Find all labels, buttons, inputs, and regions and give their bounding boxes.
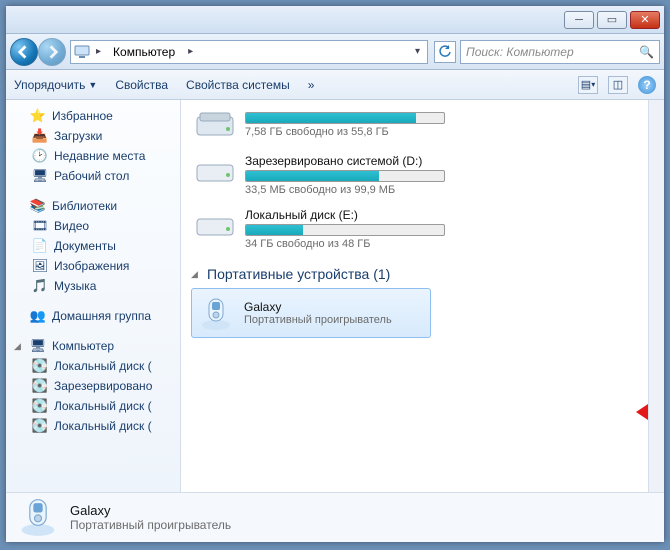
sidebar-favorites-header[interactable]: ⭐ Избранное: [6, 106, 180, 126]
search-input[interactable]: Поиск: Компьютер 🔍: [460, 40, 660, 64]
sidebar-item-drive[interactable]: 💽Локальный диск (: [6, 416, 180, 436]
device-name: Galaxy: [244, 300, 392, 314]
refresh-button[interactable]: [434, 41, 456, 63]
portable-devices-header[interactable]: ◢ Портативные устройства (1): [191, 256, 638, 288]
drive-icon: 💽: [32, 358, 48, 374]
status-bar: Galaxy Портативный проигрыватель: [6, 492, 664, 542]
forward-button[interactable]: [38, 38, 66, 66]
music-icon: 🎵: [32, 278, 48, 294]
system-properties-button[interactable]: Свойства системы: [186, 78, 290, 92]
drive-icon: 💽: [32, 378, 48, 394]
sidebar-item-pictures[interactable]: 🖼Изображения: [6, 256, 180, 276]
drive-name: Локальный диск (E:): [245, 208, 634, 222]
sidebar-libraries-header[interactable]: 📚 Библиотеки: [6, 196, 180, 216]
device-subtitle: Портативный проигрыватель: [244, 314, 392, 326]
sidebar-item-music[interactable]: 🎵Музыка: [6, 276, 180, 296]
arrow-left-icon: [636, 398, 648, 426]
explorer-window: ─ ▭ ✕ ▸ Компьютер ▸ ▾ Поиск: Компьютер: [5, 5, 665, 543]
view-icon: ▤: [581, 78, 591, 91]
minimize-button[interactable]: ─: [564, 11, 594, 29]
drive-stat: 7,58 ГБ свободно из 55,8 ГБ: [245, 126, 634, 138]
maximize-button[interactable]: ▭: [597, 11, 627, 29]
title-bar: ─ ▭ ✕: [6, 6, 664, 34]
star-icon: ⭐: [30, 108, 46, 124]
desktop-icon: 🖥: [32, 168, 48, 184]
libraries-icon: 📚: [30, 198, 46, 214]
vertical-scrollbar[interactable]: [648, 100, 664, 492]
back-button[interactable]: [10, 38, 38, 66]
sidebar-item-downloads[interactable]: 📥Загрузки: [6, 126, 180, 146]
collapse-icon: ◢: [14, 341, 24, 352]
drive-icon: 💽: [32, 418, 48, 434]
usage-bar: [245, 224, 445, 236]
downloads-icon: 📥: [32, 128, 48, 144]
toolbar: Упорядочить ▼ Свойства Свойства системы …: [6, 70, 664, 100]
forward-arrow-icon: [45, 45, 59, 59]
search-icon: 🔍: [639, 45, 654, 59]
status-name: Galaxy: [70, 503, 231, 518]
portable-player-icon: [18, 495, 58, 540]
status-subtitle: Портативный проигрыватель: [70, 518, 231, 532]
toolbar-overflow[interactable]: »: [308, 78, 315, 92]
pictures-icon: 🖼: [32, 258, 48, 274]
dropdown-chevron-icon[interactable]: ▾: [411, 46, 424, 57]
callout-arrow: [636, 398, 648, 429]
drive-icon: [195, 154, 235, 186]
sidebar-item-recent[interactable]: 🕑Недавние места: [6, 146, 180, 166]
collapse-icon: ◢: [191, 269, 201, 280]
documents-icon: 📄: [32, 238, 48, 254]
chevron-down-icon: ▼: [88, 80, 97, 90]
crumb-computer[interactable]: Компьютер: [107, 41, 182, 63]
drive-row[interactable]: Локальный диск (E:) 34 ГБ свободно из 48…: [191, 202, 638, 256]
drive-stat: 33,5 МБ свободно из 99,9 МБ: [245, 184, 634, 196]
portable-player-icon: [198, 295, 234, 331]
computer-icon: [74, 44, 90, 60]
sidebar: ⭐ Избранное 📥Загрузки 🕑Недавние места 🖥Р…: [6, 100, 181, 492]
sidebar-computer-header[interactable]: ◢ 🖥 Компьютер: [6, 336, 180, 356]
refresh-icon: [438, 45, 452, 59]
device-galaxy[interactable]: Galaxy Портативный проигрыватель: [191, 288, 431, 338]
drive-row[interactable]: 7,58 ГБ свободно из 55,8 ГБ: [191, 104, 638, 148]
drive-row[interactable]: Зарезервировано системой (D:) 33,5 МБ св…: [191, 148, 638, 202]
pane-icon: ◫: [613, 78, 623, 91]
sidebar-item-drive[interactable]: 💽Зарезервировано: [6, 376, 180, 396]
close-button[interactable]: ✕: [630, 11, 660, 29]
navigation-row: ▸ Компьютер ▸ ▾ Поиск: Компьютер 🔍: [6, 34, 664, 70]
main-content: 7,58 ГБ свободно из 55,8 ГБ Зарезервиров…: [181, 100, 648, 492]
drive-name: Зарезервировано системой (D:): [245, 154, 634, 168]
sidebar-item-drive[interactable]: 💽Локальный диск (: [6, 396, 180, 416]
computer-icon: 🖥: [30, 338, 46, 354]
drive-icon: [195, 110, 235, 142]
preview-pane-button[interactable]: ◫: [608, 76, 628, 94]
breadcrumb[interactable]: ▸ Компьютер ▸ ▾: [70, 40, 428, 64]
body: ⭐ Избранное 📥Загрузки 🕑Недавние места 🖥Р…: [6, 100, 664, 492]
usage-bar: [245, 170, 445, 182]
usage-bar: [245, 112, 445, 124]
sidebar-item-drive[interactable]: 💽Локальный диск (: [6, 356, 180, 376]
recent-icon: 🕑: [32, 148, 48, 164]
sidebar-item-video[interactable]: 🎞Видео: [6, 216, 180, 236]
chevron-icon: ▸: [92, 46, 105, 57]
homegroup-icon: 👥: [30, 308, 46, 324]
sidebar-item-desktop[interactable]: 🖥Рабочий стол: [6, 166, 180, 186]
video-icon: 🎞: [32, 218, 48, 234]
search-placeholder: Поиск: Компьютер: [466, 45, 574, 59]
properties-button[interactable]: Свойства: [115, 78, 168, 92]
chevron-icon: ▸: [184, 46, 197, 57]
sidebar-homegroup-header[interactable]: 👥 Домашняя группа: [6, 306, 180, 326]
help-icon: ?: [643, 78, 650, 92]
help-button[interactable]: ?: [638, 76, 656, 94]
organize-menu[interactable]: Упорядочить ▼: [14, 78, 97, 92]
drive-stat: 34 ГБ свободно из 48 ГБ: [245, 238, 634, 250]
sidebar-item-documents[interactable]: 📄Документы: [6, 236, 180, 256]
view-options-button[interactable]: ▤▾: [578, 76, 598, 94]
nav-buttons: [10, 38, 66, 66]
drive-icon: 💽: [32, 398, 48, 414]
drive-icon: [195, 208, 235, 240]
back-arrow-icon: [17, 45, 31, 59]
